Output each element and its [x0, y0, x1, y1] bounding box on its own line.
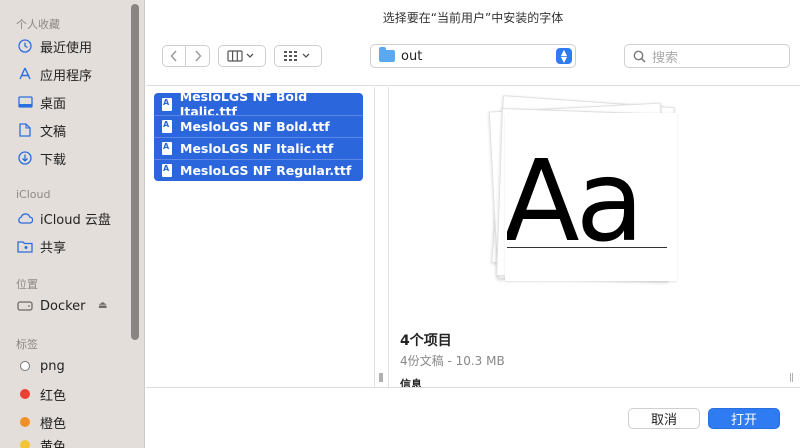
file-row[interactable]: MesloLGS NF Regular.ttf — [154, 159, 363, 181]
tag-dot-icon — [20, 440, 30, 448]
file-name: MesloLGS NF Regular.ttf — [180, 163, 352, 178]
sidebar-item-docker[interactable]: Docker — [16, 294, 128, 318]
disk-icon — [16, 297, 34, 315]
path-popup[interactable]: out ▲ ▼ — [370, 44, 576, 68]
sidebar-item-shared[interactable]: 共享 — [16, 234, 128, 258]
cloud-icon — [16, 209, 34, 227]
sidebar-item-label: 文稿 — [40, 124, 67, 140]
font-file-icon — [162, 142, 172, 155]
tag-dot-icon — [20, 417, 30, 427]
sidebar-item-label: Docker — [40, 298, 86, 314]
column-resize-handle[interactable]: || — [378, 373, 383, 383]
chevron-right-icon — [194, 50, 201, 62]
window-title: 选择要在“当前用户”中安装的字体 — [382, 10, 564, 25]
tag-dot-icon — [20, 361, 30, 371]
file-name: MesloLGS NF Italic.ttf — [180, 141, 334, 156]
column-view-button[interactable] — [218, 45, 266, 67]
sidebar-item-label: 共享 — [40, 240, 67, 256]
sidebar-item-tag-orange[interactable]: 橙色 — [16, 410, 128, 434]
locations-section-label: 位置 — [16, 278, 38, 291]
sidebar: 个人收藏 最近使用 应用程序 桌面 文稿 下载 iCloud iCloud 云盘… — [0, 0, 145, 448]
sidebar-scrollbar[interactable] — [131, 4, 139, 340]
font-file-icon — [162, 164, 172, 177]
chevron-left-icon — [170, 50, 177, 62]
font-file-icon — [162, 97, 172, 111]
font-file-icon — [162, 120, 172, 133]
file-name: MesloLGS NF Bold.ttf — [180, 119, 330, 134]
grid-view-icon — [284, 51, 310, 61]
icloud-section-label: iCloud — [16, 188, 51, 201]
sidebar-item-applications[interactable]: 应用程序 — [16, 62, 128, 86]
sidebar-item-label: png — [40, 358, 65, 374]
download-icon — [16, 149, 34, 167]
sidebar-item-icloud-drive[interactable]: iCloud 云盘 — [16, 206, 128, 230]
back-button[interactable] — [162, 45, 186, 67]
sidebar-item-label: 应用程序 — [40, 68, 93, 84]
favorites-section-label: 个人收藏 — [16, 18, 60, 31]
applications-icon — [16, 65, 34, 83]
path-label: out — [401, 48, 423, 64]
shared-folder-icon — [16, 237, 34, 255]
toolbar: out ▲ ▼ 搜索 — [146, 34, 800, 86]
file-row[interactable]: MesloLGS NF Bold Italic.ttf — [154, 89, 363, 119]
clock-icon — [16, 37, 34, 55]
preview-pane: Aa 4个项目 4份文稿 - 10.3 MB 信息 || — [388, 87, 800, 391]
file-column: MesloLGS NF Bold Italic.ttf MesloLGS NF … — [146, 87, 384, 387]
file-row[interactable]: MesloLGS NF Bold.ttf — [154, 115, 363, 137]
desktop-icon — [16, 93, 34, 111]
search-icon — [633, 50, 646, 63]
open-button[interactable]: 打开 — [708, 408, 780, 429]
document-icon — [16, 121, 34, 139]
dialog-footer: 取消 打开 — [146, 387, 800, 448]
sidebar-item-documents[interactable]: 文稿 — [16, 118, 128, 142]
sidebar-item-recents[interactable]: 最近使用 — [16, 34, 128, 58]
search-placeholder: 搜索 — [652, 50, 679, 66]
cancel-button[interactable]: 取消 — [628, 408, 700, 429]
tags-section-label: 标签 — [16, 338, 38, 351]
sidebar-item-label: 最近使用 — [40, 40, 93, 56]
sidebar-item-tag-png[interactable]: png — [16, 354, 128, 378]
sidebar-item-label: 红色 — [40, 388, 67, 404]
sidebar-item-downloads[interactable]: 下载 — [16, 146, 128, 170]
font-preview-glyph: Aa — [507, 127, 663, 277]
item-meta: 4份文稿 - 10.3 MB — [400, 354, 505, 368]
sidebar-item-tag-yellow[interactable]: 黄色 — [16, 436, 128, 448]
sidebar-item-label: 桌面 — [40, 96, 67, 112]
sidebar-item-label: 黄色 — [40, 440, 67, 448]
forward-button[interactable] — [186, 45, 210, 67]
tag-dot-icon — [20, 389, 30, 399]
search-field[interactable]: 搜索 — [624, 44, 790, 68]
file-row[interactable]: MesloLGS NF Italic.ttf — [154, 137, 363, 159]
eject-icon[interactable]: ⏏ — [98, 300, 107, 311]
column-resize-handle[interactable]: || — [789, 373, 794, 383]
folder-icon — [379, 47, 395, 62]
sidebar-item-desktop[interactable]: 桌面 — [16, 90, 128, 114]
sidebar-item-label: 下载 — [40, 152, 67, 168]
baseline-divider — [507, 247, 667, 248]
sidebar-item-tag-red[interactable]: 红色 — [16, 382, 128, 406]
sidebar-item-label: iCloud 云盘 — [40, 212, 111, 228]
column-view-icon — [227, 50, 254, 62]
item-count: 4个项目 — [400, 333, 452, 349]
group-view-button[interactable] — [274, 45, 322, 67]
updown-chevron-icon: ▲ ▼ — [556, 48, 572, 64]
sidebar-item-label: 橙色 — [40, 416, 67, 432]
